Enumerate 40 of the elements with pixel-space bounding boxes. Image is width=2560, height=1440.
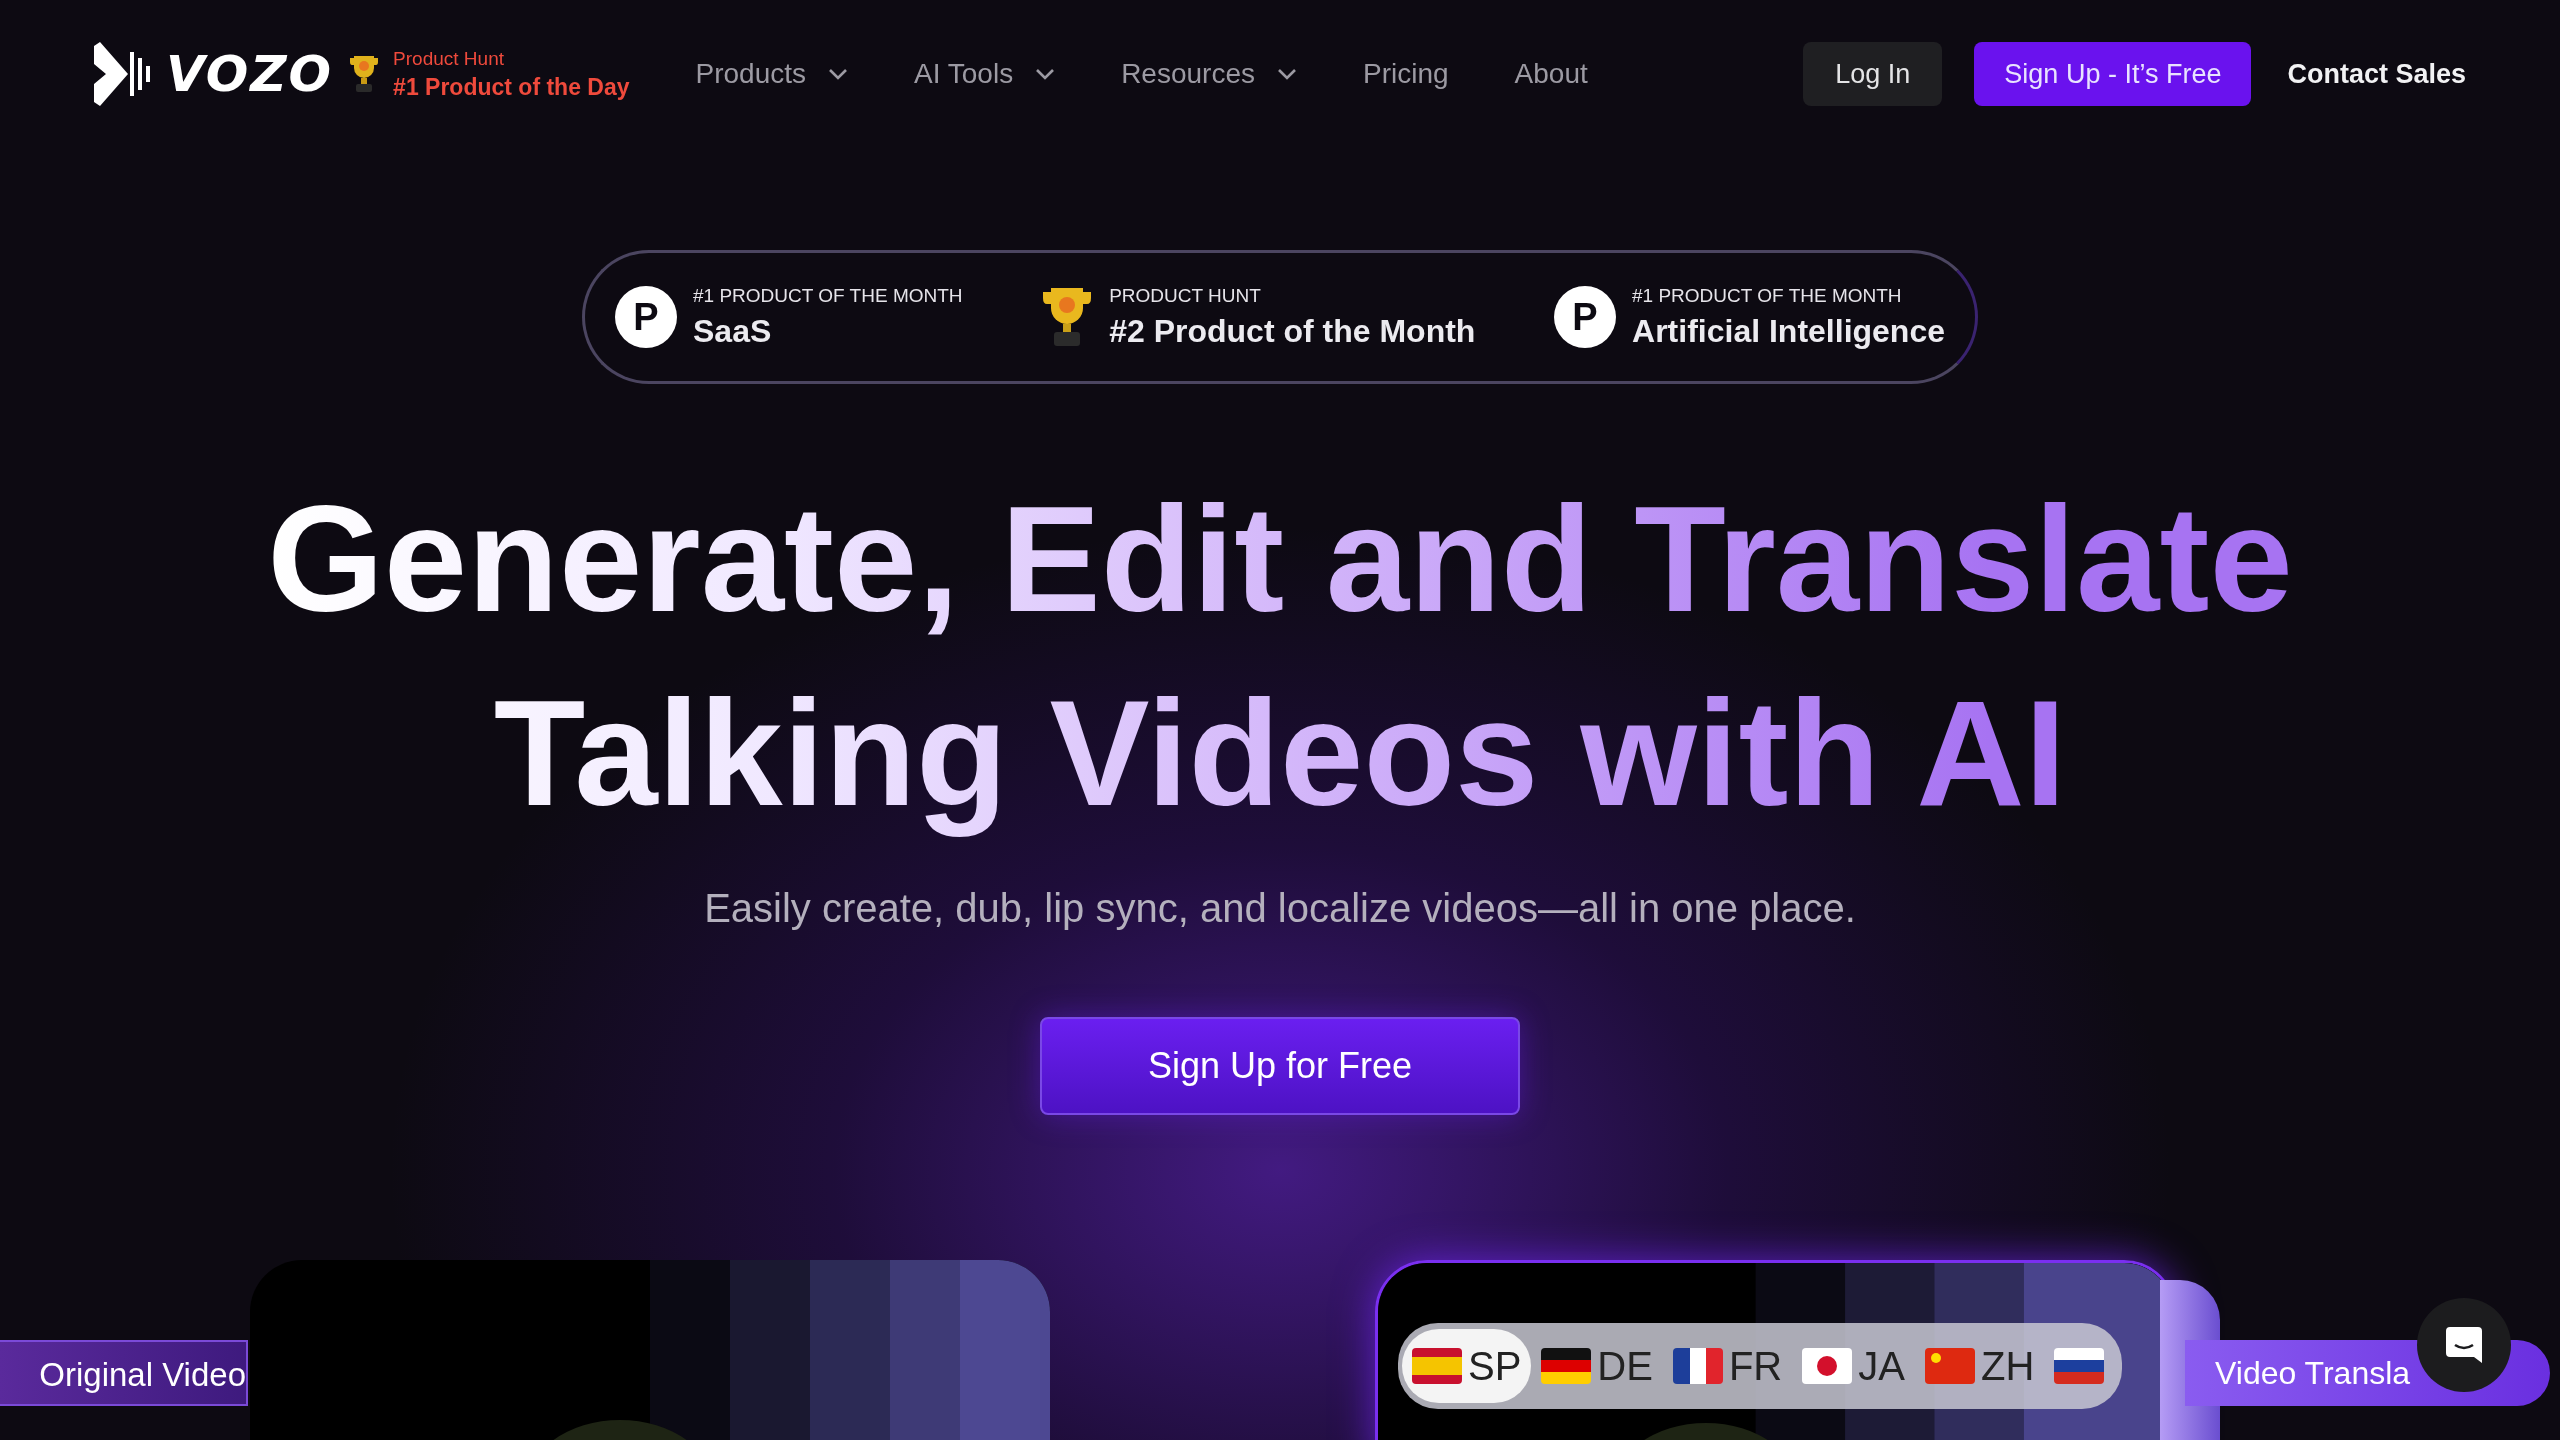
trophy-icon — [349, 54, 380, 94]
flag-icon — [1541, 1348, 1592, 1384]
contact-sales-link[interactable]: Contact Sales — [2287, 58, 2466, 90]
nav-link[interactable]: Pricing — [1362, 58, 1449, 90]
language-option[interactable]: DE — [1531, 1329, 1663, 1403]
language-option[interactable]: FR — [1662, 1329, 1793, 1403]
video-label: Original Video — [0, 1340, 248, 1406]
flag-icon — [1412, 1348, 1462, 1384]
badge-caption: PRODUCT HUNT — [1109, 284, 1262, 307]
product-hunt-logo: P — [615, 286, 677, 348]
language-option[interactable]: SP — [1402, 1329, 1532, 1403]
hero-subtitle: Easily create, dub, lip sync, and localize videos—all in one place. — [704, 886, 1856, 931]
badge-title: #2 Product of the Month — [1109, 312, 1476, 350]
login-button[interactable]: Log In — [1803, 42, 1943, 106]
badge-caption: #1 PRODUCT OF THE MONTH — [1632, 284, 1903, 307]
trophy-icon — [1041, 286, 1094, 348]
chat-icon — [2444, 1325, 2484, 1365]
badge-title: SaaS — [693, 312, 773, 350]
language-option[interactable]: ZH — [1914, 1329, 2045, 1403]
award-title: #1 Product of the Day — [393, 73, 630, 101]
badge-caption: #1 PRODUCT OF THE MONTH — [693, 284, 963, 307]
badge-title: Artificial Intelligence — [1632, 312, 1945, 350]
flag-icon — [1924, 1348, 1975, 1384]
nav-link[interactable]: Resources — [1121, 58, 1297, 90]
logo-wordmark[interactable]: VOZO — [166, 45, 334, 103]
award-label: Product Hunt — [393, 47, 505, 70]
flag-icon — [1802, 1348, 1853, 1384]
chevron-down-icon[interactable] — [828, 68, 849, 80]
signup-cta-button[interactable]: Sign Up for Free — [1040, 1017, 1520, 1115]
chevron-down-icon[interactable] — [1035, 68, 1056, 80]
nav-link[interactable]: AI Tools — [914, 58, 1056, 90]
logo-icon — [94, 42, 152, 106]
language-option[interactable]: JA — [1792, 1329, 1915, 1403]
nav-link[interactable]: Products — [695, 58, 849, 90]
chevron-down-icon[interactable] — [1276, 68, 1297, 80]
product-hunt-logo: P — [1554, 286, 1617, 348]
flag-icon — [2054, 1348, 2105, 1384]
nav-link[interactable]: About — [1514, 58, 1588, 90]
flag-icon — [1672, 1348, 1723, 1384]
signup-button[interactable]: Sign Up - It’s Free — [1974, 42, 2252, 106]
